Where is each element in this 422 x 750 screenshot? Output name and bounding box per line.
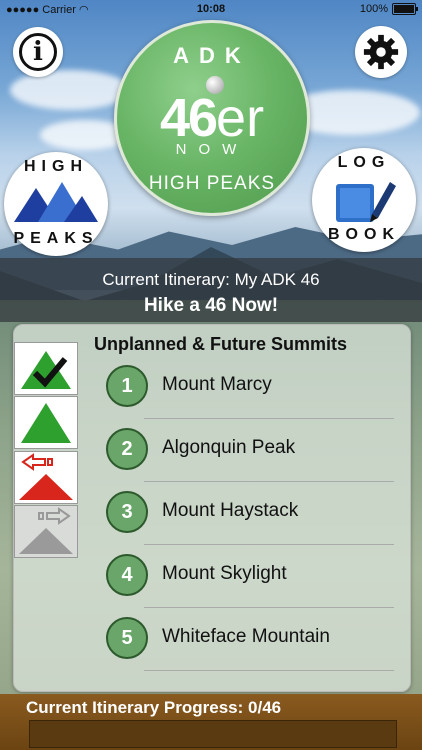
summit-name: Mount Skylight — [162, 563, 287, 584]
divider — [144, 670, 394, 671]
log-book-top-label: LOG — [337, 154, 391, 171]
summit-item-5[interactable]: 5 Whiteface Mountain — [106, 609, 402, 671]
divider — [144, 481, 394, 482]
log-book-bottom-label: BOOK — [328, 226, 400, 243]
move-out-filter-button[interactable] — [14, 451, 78, 504]
cloud — [10, 70, 130, 110]
summit-number: 3 — [106, 491, 148, 533]
battery-icon — [392, 3, 418, 15]
logo-number: 46er — [159, 88, 265, 148]
high-peaks-button[interactable]: HIGH PEAKS — [4, 152, 108, 256]
progress-track — [29, 720, 397, 748]
info-button[interactable]: i — [13, 27, 63, 77]
logo-sub-text: NOW — [175, 141, 249, 158]
status-bar: ●●●●● Carrier ◠ 10:08 100% — [0, 0, 422, 18]
battery-percent: 100% — [359, 3, 388, 15]
divider — [144, 607, 394, 608]
adk-46er-logo: ADK 46er NOW HIGH PEAKS — [114, 20, 310, 216]
book-pen-icon — [336, 182, 396, 222]
progress-label: Current Itinerary Progress: 0/46 — [26, 698, 282, 717]
divider — [144, 418, 394, 419]
summit-name: Mount Marcy — [162, 374, 272, 395]
panel-title: Unplanned & Future Summits — [94, 334, 348, 354]
divider — [144, 544, 394, 545]
mountain-arrow-right-icon — [19, 507, 73, 554]
summit-number: 4 — [106, 554, 148, 596]
move-in-filter-button[interactable] — [14, 505, 78, 558]
summit-name: Algonquin Peak — [162, 437, 296, 458]
summits-panel: Unplanned & Future Summits 1 Mount Marcy… — [13, 324, 411, 692]
logo-bottom-text: HIGH PEAKS — [148, 173, 276, 194]
info-icon: i — [19, 33, 57, 71]
mountains-icon — [14, 182, 98, 222]
summit-item-4[interactable]: 4 Mount Skylight — [106, 546, 402, 608]
gear-icon — [363, 34, 399, 70]
summit-item-3[interactable]: 3 Mount Haystack — [106, 483, 402, 545]
battery-status: 100% — [359, 3, 418, 15]
logo-top-text: ADK — [173, 43, 251, 68]
settings-button[interactable] — [355, 26, 407, 78]
planned-filter-button[interactable] — [14, 396, 78, 449]
current-itinerary-label: Current Itinerary: My ADK 46 — [102, 270, 320, 289]
summit-number: 2 — [106, 428, 148, 470]
summit-name: Whiteface Mountain — [162, 626, 330, 647]
summit-number: 1 — [106, 365, 148, 407]
clock: 10:08 — [196, 3, 226, 15]
itinerary-banner[interactable]: Current Itinerary: My ADK 46 Hike a 46 N… — [0, 258, 422, 322]
mountain-arrow-left-icon — [19, 453, 73, 500]
mountain-icon — [21, 403, 71, 443]
high-peaks-top-label: HIGH — [24, 158, 88, 175]
summit-name: Mount Haystack — [162, 500, 299, 521]
high-peaks-bottom-label: PEAKS — [13, 230, 99, 247]
hike-now-link[interactable]: Hike a 46 Now! — [0, 295, 422, 317]
summit-item-2[interactable]: 2 Algonquin Peak — [106, 420, 402, 482]
summit-number: 5 — [106, 617, 148, 659]
checked-mountain-icon — [21, 351, 71, 389]
completed-filter-button[interactable] — [14, 342, 78, 395]
summit-item-1[interactable]: 1 Mount Marcy — [106, 357, 402, 419]
log-book-button[interactable]: LOG BOOK — [312, 148, 416, 252]
